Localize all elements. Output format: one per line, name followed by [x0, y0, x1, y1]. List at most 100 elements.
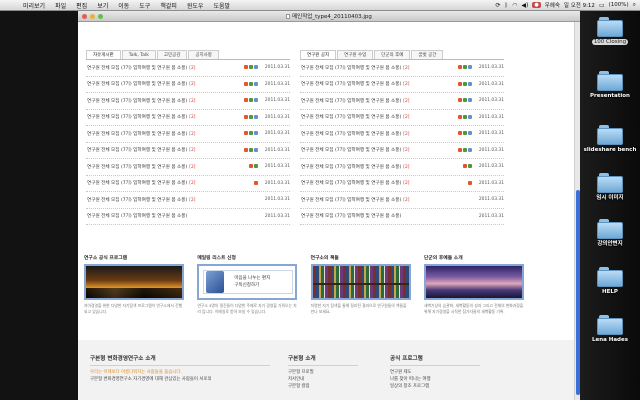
card-dangun-intro[interactable]: 단군의 후예들 소개 새벽기상의 습관화, 새벽활동의 성과 그리고 전체의 변… [423, 254, 524, 315]
board-left: 자유게시판 Talk, Talk 고민공감 공지사항 연구원 전체 모집 (7기… [86, 50, 290, 225]
spotlight-icon[interactable]: ⌕ [633, 1, 636, 9]
post-date: 2011.03.31 [478, 81, 504, 87]
post-title[interactable]: 연구원 전체 모집 (7기) 입학여행 및 연구원 봄 소풍) [2] [300, 197, 472, 203]
minimize-icon[interactable] [90, 14, 95, 19]
post-title[interactable]: 연구원 전체 모집 (7기) 입학여행 및 연구원 봄 소풍) [2] [86, 114, 243, 120]
tab-free-board[interactable]: 자유게시판 [86, 50, 121, 59]
post-row[interactable]: 연구원 전체 모집 (7기) 입학여행 및 연구원 봄 소풍) [2] 2011.0… [86, 176, 290, 192]
tab-dangun[interactable]: 단군의 후예 [374, 50, 411, 59]
post-row[interactable]: 연구원 전체 모집 (7기) 입학여행 및 연구원 봄 소풍) [2] 2011.0… [86, 110, 290, 126]
post-row[interactable]: 연구원 전체 모집 (7기) 입학여행 및 연구원 봄 소풍) [2] 2011.0… [300, 93, 504, 110]
mailing-list-banner[interactable]: 마음을 나누는 편지 구독신청하기 [197, 264, 298, 300]
post-title[interactable]: 연구원 전체 모집 (7기) 입학여행 및 연구원 봄 소풍) [2] [86, 131, 243, 137]
desktop-item-slideshare[interactable]: slideshare bench [580, 125, 640, 153]
window-titlebar[interactable]: 메인작업_type4_20110403.jpg [78, 11, 580, 22]
post-title[interactable]: 연구원 전체 모집 (7기) 입학여행 및 연구원 봄 소풍) [2] [300, 147, 457, 153]
card-mailing-list[interactable]: 메일링 리스트 신청 마음을 나누는 편지 구독신청하기 연구소 4명의 필진들… [197, 254, 298, 315]
footer-link[interactable]: 구본형 프로필 [288, 369, 358, 376]
sync-icon[interactable]: ⟳ [495, 2, 500, 9]
user-name[interactable]: 우헤숙 [545, 1, 560, 9]
post-title[interactable]: 연구원 전체 모집 (7기) 입학여행 및 연구원 봄 소풍) [300, 213, 472, 219]
menu-tools[interactable]: 도구 [134, 1, 155, 10]
card-official-program[interactable]: 연구소 공식 프로그램 자아경영을 위한 다양한 자기탐색 프로그램이 연구소에… [84, 254, 184, 315]
footer-link[interactable]: 일상의 창조 프로그램 [390, 383, 480, 390]
desktop-item-lena-hades[interactable]: Lena Hades [580, 315, 640, 343]
post-row[interactable]: 연구원 전체 모집 (7기) 입학여행 및 연구원 봄 소풍) [2] 2011.0… [86, 77, 290, 93]
close-icon[interactable] [82, 14, 87, 19]
post-title[interactable]: 연구원 전체 모집 (7기) 입학여행 및 연구원 봄 소풍) [2] [86, 180, 253, 186]
tab-dream-space[interactable]: 꿈벗 공간 [411, 50, 444, 59]
zoom-icon[interactable] [98, 14, 103, 19]
post-title[interactable]: 연구원 전체 모집 (7기) 입학여행 및 연구원 봄 소풍) [2] [300, 65, 457, 71]
desktop-item-help[interactable]: HELP [580, 267, 640, 295]
battery-icon[interactable]: ▭ [599, 2, 605, 9]
wifi-icon[interactable]: ◠ [512, 2, 517, 9]
post-row[interactable]: 연구원 전체 모집 (7기) 입학여행 및 연구원 봄 소풍) [2] 2011.0… [300, 143, 504, 159]
tab-institute-class[interactable]: 연구원 수업 [337, 50, 374, 59]
sunset-image[interactable] [84, 264, 184, 300]
post-row[interactable]: 연구원 전체 모집 (7기) 입학여행 및 연구원 봄 소풍) 2011.03.3… [300, 209, 504, 225]
tab-talk[interactable]: Talk, Talk [121, 50, 156, 59]
menu-window[interactable]: 윈도우 [182, 1, 209, 10]
post-row[interactable]: 연구원 전체 모집 (7기) 입학여행 및 연구원 봄 소풍) [2] 2011.0… [86, 159, 290, 176]
menu-preview[interactable]: 미리보기 [18, 1, 50, 10]
post-title[interactable]: 연구원 전체 모집 (7기) 입학여행 및 연구원 봄 소풍) [2] [86, 164, 248, 170]
post-row[interactable]: 연구원 전체 모집 (7기) 입학여행 및 연구원 봄 소풍) [2] 2011.0… [300, 126, 504, 143]
menu-bar: 미리보기 파일 편집 보기 이동 도구 책갈피 윈도우 도움말 ⟳ ᛒ ◠ ◀)… [0, 0, 640, 11]
letter-line-2[interactable]: 구독신청하기 [234, 282, 270, 289]
post-row[interactable]: 연구원 전체 모집 (7기) 입학여행 및 연구원 봄 소풍) [2] 2011.0… [300, 77, 504, 93]
clock[interactable]: 일 오전 9:12 [564, 1, 595, 9]
post-title[interactable]: 연구원 전체 모집 (7기) 입학여행 및 연구원 봄 소풍) [2] [300, 98, 457, 104]
volume-icon[interactable]: ◀) [521, 2, 528, 9]
post-title[interactable]: 연구원 전체 모집 (7기) 입학여행 및 연구원 봄 소풍) [2] [300, 81, 457, 87]
post-title[interactable]: 연구원 전체 모집 (7기) 입학여행 및 연구원 봄 소풍) [2] [86, 197, 258, 203]
post-row[interactable]: 연구원 전체 모집 (7기) 입학여행 및 연구원 봄 소풍) [2] 2011.0… [300, 110, 504, 126]
post-date: 2011.03.31 [264, 213, 290, 219]
post-title[interactable]: 연구원 전체 모집 (7기) 입학여행 및 연구원 봄 소풍) [2] [300, 180, 467, 186]
desktop-item-closing[interactable]: 100 Closing [580, 17, 640, 45]
post-row[interactable]: 연구원 전체 모집 (7기) 입학여행 및 연구원 봄 소풍) [2] 2011.0… [86, 93, 290, 110]
desktop-item-lecture[interactable]: 강의안변지 [580, 219, 640, 247]
post-row[interactable]: 연구원 전체 모집 (7기) 입학여행 및 연구원 봄 소풍) [2] 2011.0… [300, 159, 504, 176]
tab-concerns[interactable]: 고민공감 [156, 50, 188, 59]
menu-edit[interactable]: 편집 [71, 1, 92, 10]
footer-link[interactable]: 나를 찾아 떠나는 여행 [390, 376, 480, 383]
post-title[interactable]: 연구원 전체 모집 (7기) 입학여행 및 연구원 봄 소풍) [2] [86, 98, 243, 104]
menu-file[interactable]: 파일 [50, 1, 71, 10]
tab-notices[interactable]: 공지사항 [188, 50, 219, 59]
post-title[interactable]: 연구원 전체 모집 (7기) 입학여행 및 연구원 봄 소풍) [2] [86, 65, 243, 71]
dawn-sky-image[interactable] [423, 264, 524, 300]
post-row[interactable]: 연구원 전체 모집 (7기) 입학여행 및 연구원 봄 소풍) [2] 2011.0… [300, 192, 504, 209]
post-title[interactable]: 연구원 전체 모집 (7기) 입학여행 및 연구원 봄 소풍) [2] [300, 131, 457, 137]
post-title[interactable]: 연구원 전체 모집 (7기) 입학여행 및 연구원 봄 소풍) [2] [300, 164, 462, 170]
menu-view[interactable]: 보기 [92, 1, 113, 10]
menu-bookmarks[interactable]: 책갈피 [155, 1, 182, 10]
post-row[interactable]: 연구원 전체 모집 (7기) 입학여행 및 연구원 봄 소풍) [2] 2011.0… [86, 60, 290, 77]
footer-link[interactable]: 저서안내 [288, 376, 358, 383]
post-row[interactable]: 연구원 전체 모집 (7기) 입학여행 및 연구원 봄 소풍) 2011.03.3… [86, 209, 290, 225]
post-icons [457, 98, 472, 104]
post-title[interactable]: 연구원 전체 모집 (7기) 입학여행 및 연구원 봄 소풍) [2] [300, 114, 457, 120]
desktop-item-presentation[interactable]: Presentation [580, 71, 640, 99]
menu-help[interactable]: 도움말 [208, 1, 235, 10]
post-row[interactable]: 연구원 전체 모집 (7기) 입학여행 및 연구원 봄 소풍) [2] 2011.0… [86, 192, 290, 209]
post-title[interactable]: 연구원 전체 모집 (7기) 입학여행 및 연구원 봄 소풍) [2] [86, 81, 243, 87]
user-avatar-icon[interactable]: ● [532, 2, 541, 8]
post-title[interactable]: 연구원 전체 모집 (7기) 입학여행 및 연구원 봄 소풍) [86, 213, 258, 219]
tab-institute-notice[interactable]: 연구원 공지 [300, 50, 337, 59]
footer-link[interactable]: 연구원 제도 [390, 369, 480, 376]
post-title[interactable]: 연구원 전체 모집 (7기) 입학여행 및 연구원 봄 소풍) [2] [86, 147, 243, 153]
post-row[interactable]: 연구원 전체 모집 (7기) 입학여행 및 연구원 봄 소풍) [2] 2011.0… [300, 60, 504, 77]
folder-icon [597, 219, 623, 239]
desktop-item-temp-images[interactable]: 임시 이미지 [580, 173, 640, 201]
bookshelf-image[interactable] [310, 264, 411, 300]
bluetooth-icon[interactable]: ᛒ [505, 2, 509, 9]
post-row[interactable]: 연구원 전체 모집 (7기) 입학여행 및 연구원 봄 소풍) [2] 2011.0… [86, 143, 290, 159]
footer-link[interactable]: 구본형 칼럼 [288, 383, 358, 390]
card-books[interactable]: 연구소의 책들 저명한 자기 탐색을 통해 정리된 결과으로 연구원들의 책들을… [310, 254, 411, 315]
image-viewport[interactable]: 자유게시판 Talk, Talk 고민공감 공지사항 연구원 전체 모집 (7기… [78, 22, 574, 400]
menu-go[interactable]: 이동 [113, 1, 134, 10]
post-row[interactable]: 연구원 전체 모집 (7기) 입학여행 및 연구원 봄 소풍) [2] 2011.0… [300, 176, 504, 192]
post-icons [243, 98, 258, 104]
post-row[interactable]: 연구원 전체 모집 (7기) 입학여행 및 연구원 봄 소풍) [2] 2011.0… [86, 126, 290, 143]
